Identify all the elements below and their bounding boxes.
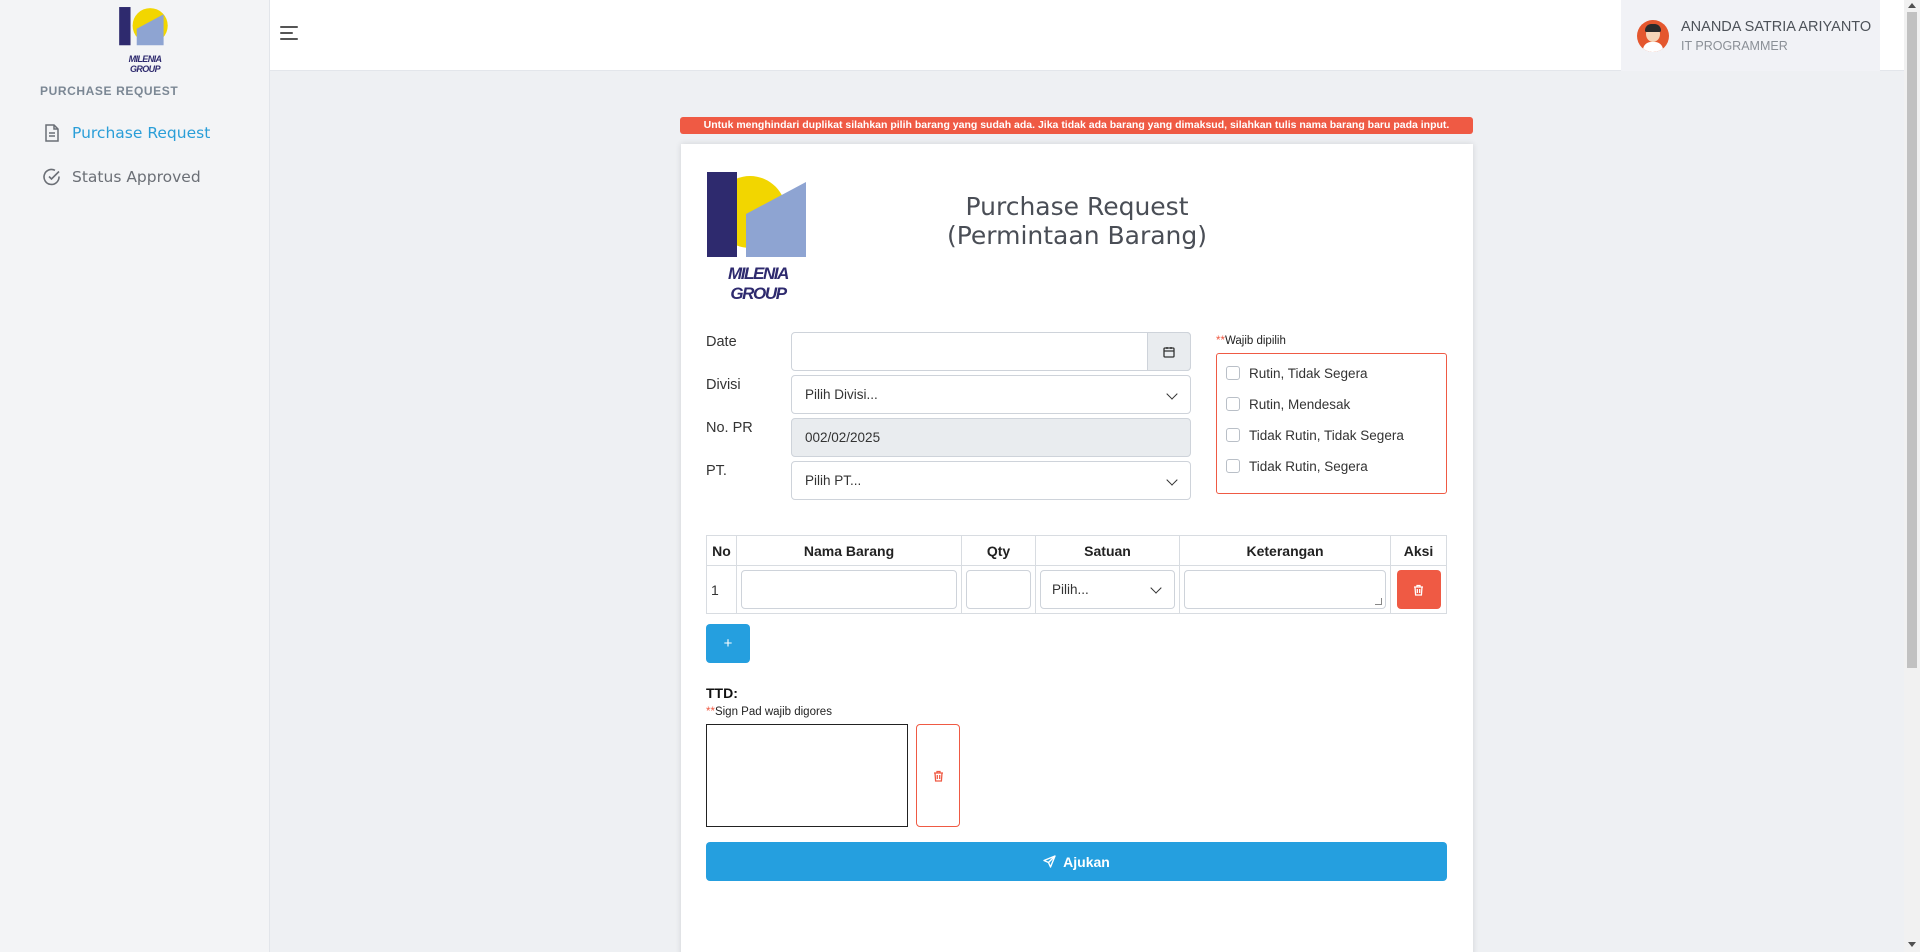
col-header-aksi: Aksi [1390, 535, 1447, 566]
hamburger-icon[interactable] [278, 24, 302, 44]
pt-value: Pilih PT... [805, 473, 862, 488]
trash-icon [933, 770, 943, 782]
no-pr-value: 002/02/2025 [805, 430, 881, 445]
resize-handle-icon[interactable] [1375, 598, 1382, 605]
topbar: ANANDA SATRIA ARIYANTO IT PROGRAMMER [270, 0, 1904, 71]
submit-button[interactable]: Ajukan [706, 842, 1447, 881]
trash-icon [1414, 584, 1423, 596]
purchase-request-card: MILENIA GROUP Purchase Request (Perminta… [681, 144, 1473, 952]
user-menu[interactable]: ANANDA SATRIA ARIYANTO IT PROGRAMMER [1621, 0, 1880, 71]
no-pr-field: 002/02/2025 [791, 418, 1191, 457]
required-mark: ** [706, 706, 715, 718]
ttd-label: TTD: [706, 685, 738, 701]
checkbox[interactable] [1226, 428, 1240, 442]
divisi-select[interactable]: Pilih Divisi... [791, 375, 1191, 414]
sidebar-item-purchase-request[interactable]: Purchase Request [42, 121, 210, 145]
col-header-satuan: Satuan [1035, 535, 1180, 566]
avatar [1637, 19, 1669, 52]
priority-required-note: **Wajib dipilih [1216, 335, 1286, 347]
date-label: Date [706, 334, 737, 350]
scroll-up-arrow-icon[interactable] [1908, 3, 1916, 8]
delete-row-button[interactable] [1396, 570, 1441, 609]
date-field[interactable] [791, 332, 1191, 371]
company-logo-text: MILENIA GROUP [727, 264, 789, 303]
signature-pad[interactable] [706, 724, 908, 827]
page-scrollbar[interactable] [1904, 0, 1920, 952]
document-icon [42, 123, 62, 143]
clear-signature-button[interactable] [916, 724, 960, 827]
checkbox[interactable] [1226, 397, 1240, 411]
chevron-down-icon [1166, 474, 1178, 486]
row-number: 1 [706, 565, 737, 614]
sign-required-note: **Sign Pad wajib digores [706, 706, 832, 718]
qty-input[interactable] [966, 570, 1031, 609]
priority-option-2[interactable]: Rutin, Mendesak [1226, 395, 1350, 413]
checkbox[interactable] [1226, 459, 1240, 473]
col-header-keterangan: Keterangan [1179, 535, 1391, 566]
company-logo: MILENIA GROUP [706, 168, 810, 303]
duplicate-warning-alert: Untuk menghindari duplikat silahkan pili… [680, 117, 1473, 134]
calendar-button[interactable] [1147, 332, 1191, 371]
priority-checkbox-group: Rutin, Tidak Segera Rutin, Mendesak Tida… [1216, 353, 1447, 494]
col-header-no: No [706, 535, 737, 566]
no-pr-label: No. PR [706, 420, 753, 436]
priority-option-3[interactable]: Tidak Rutin, Tidak Segera [1226, 426, 1404, 444]
sidebar-section-title: PURCHASE REQUEST [40, 84, 179, 98]
divisi-label: Divisi [706, 377, 741, 393]
col-header-nama-barang: Nama Barang [736, 535, 962, 566]
chevron-down-icon [1150, 582, 1162, 594]
option-label: Rutin, Tidak Segera [1249, 365, 1368, 381]
title-line-1: Purchase Request [965, 192, 1189, 221]
table-row: 1 Pilih... [706, 565, 1447, 614]
sidebar-item-status-approved[interactable]: Status Approved [42, 165, 201, 189]
submit-label: Ajukan [1063, 853, 1110, 870]
sidebar-item-label: Purchase Request [72, 124, 211, 142]
col-header-qty: Qty [961, 535, 1036, 566]
sidebar-logo-text: MILENIA GROUP [128, 54, 162, 74]
option-label: Tidak Rutin, Segera [1249, 458, 1368, 474]
required-mark: ** [1216, 335, 1225, 347]
priority-option-1[interactable]: Rutin, Tidak Segera [1226, 364, 1368, 382]
add-row-button[interactable]: + [706, 624, 750, 663]
scroll-down-arrow-icon[interactable] [1908, 942, 1916, 947]
satuan-value: Pilih... [1052, 582, 1089, 597]
chevron-down-icon [1166, 388, 1178, 400]
check-circle-icon [42, 167, 62, 187]
calendar-icon [1163, 346, 1175, 358]
page-title: Purchase Request (Permintaan Barang) [861, 192, 1293, 250]
satuan-select[interactable]: Pilih... [1040, 570, 1175, 609]
priority-option-4[interactable]: Tidak Rutin, Segera [1226, 457, 1368, 475]
keterangan-textarea[interactable] [1184, 570, 1386, 609]
user-name: ANANDA SATRIA ARIYANTO [1681, 18, 1872, 35]
divisi-value: Pilih Divisi... [805, 387, 878, 402]
option-label: Tidak Rutin, Tidak Segera [1249, 427, 1404, 443]
sign-note-text: Sign Pad wajib digores [714, 706, 832, 718]
nama-barang-input[interactable] [741, 570, 957, 609]
sidebar-item-label: Status Approved [72, 168, 201, 186]
sidebar: MILENIA GROUP PURCHASE REQUEST Purchase … [0, 0, 270, 952]
option-label: Rutin, Mendesak [1249, 396, 1351, 412]
title-line-2: (Permintaan Barang) [946, 221, 1208, 250]
sidebar-logo[interactable]: MILENIA GROUP [116, 6, 174, 74]
scrollbar-thumb[interactable] [1907, 12, 1917, 668]
pt-select[interactable]: Pilih PT... [791, 461, 1191, 500]
required-note-text: Wajib dipilih [1224, 335, 1286, 347]
user-role: IT PROGRAMMER [1681, 38, 1788, 53]
checkbox[interactable] [1226, 366, 1240, 380]
pt-label: PT. [706, 463, 727, 479]
send-icon [1043, 855, 1056, 868]
items-table: No Nama Barang Qty Satuan Keterangan Aks… [706, 535, 1447, 614]
